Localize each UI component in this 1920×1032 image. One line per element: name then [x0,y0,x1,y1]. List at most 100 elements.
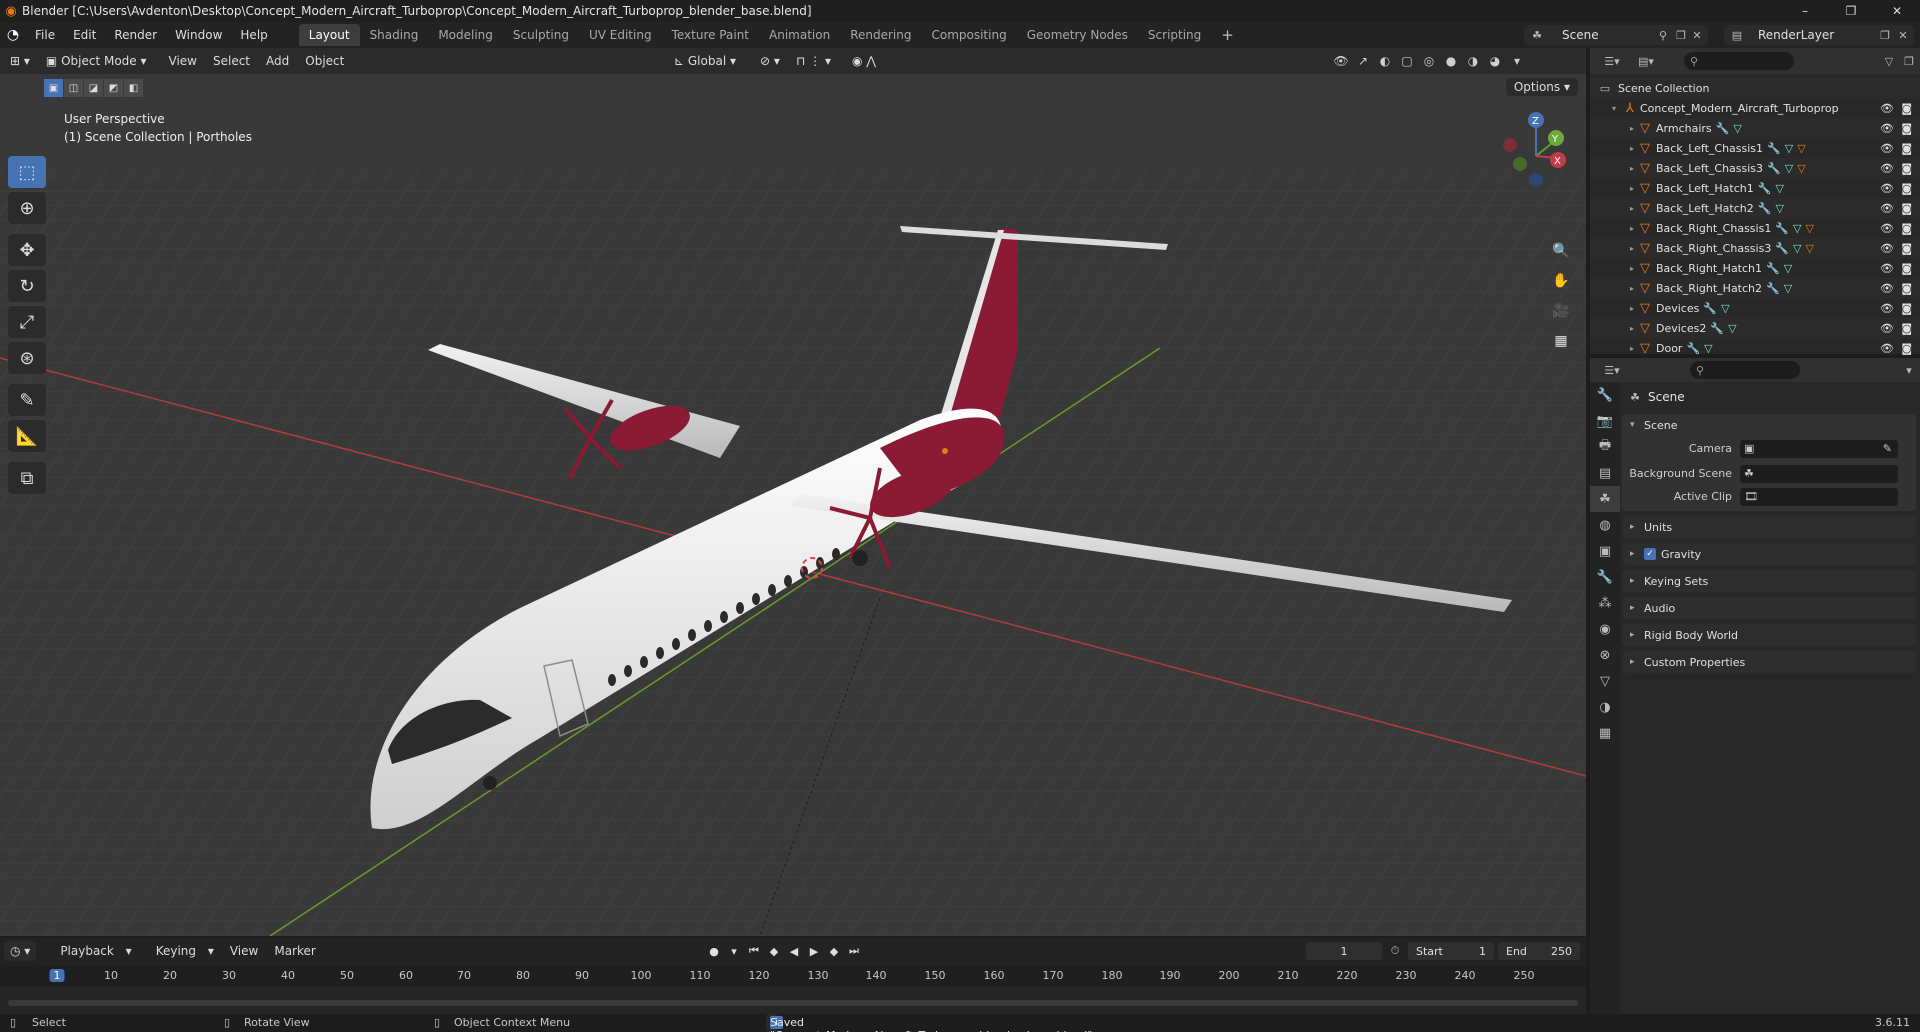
proportional-edit-toggle[interactable]: ◉ ⋀ [846,51,883,71]
play-reverse-icon[interactable]: ◀ [784,942,804,960]
add-workspace-button[interactable]: + [1211,24,1244,46]
blender-menu-icon[interactable]: ◔ [0,27,26,43]
outliner-item[interactable]: ▸ ▽ Door 🔧 ▽ 👁 ◙ [1590,338,1920,358]
cursor-tool-icon[interactable]: ⊕ [8,192,46,224]
properties-search-input[interactable]: ⚲ [1690,361,1800,379]
camera-field[interactable]: ▣ ✎ [1740,439,1898,458]
current-frame-field[interactable]: 1 [1306,942,1382,960]
tab-modeling[interactable]: Modeling [428,24,503,46]
tab-animation[interactable]: Animation [759,24,840,46]
eye-icon[interactable]: 👁 [1880,242,1894,255]
modifier-tab-icon[interactable]: 🔧 [1590,564,1620,590]
render-camera-icon[interactable]: ◙ [1901,102,1912,115]
eye-icon[interactable]: 👁 [1880,302,1894,315]
end-frame-field[interactable]: End 250 [1498,942,1580,960]
tab-shading[interactable]: Shading [360,24,429,46]
particles-tab-icon[interactable]: ⁂ [1590,590,1620,616]
tool-tab-icon[interactable]: 🔧 [1590,382,1620,408]
eye-icon[interactable]: 👁 [1880,162,1894,175]
eye-icon[interactable]: 👁 [1880,262,1894,275]
jump-start-icon[interactable]: ⏮ [744,942,764,960]
eye-icon[interactable]: 👁 [1880,342,1894,355]
zoom-icon[interactable]: 🔍 [1548,238,1574,264]
delete-layer-icon[interactable]: ✕ [1896,28,1910,42]
tab-layout[interactable]: Layout [298,24,360,46]
select-subtract-icon[interactable]: ◪ [84,79,103,97]
perspective-grid-icon[interactable]: ▦ [1548,328,1574,354]
outliner-search-input[interactable]: ⚲ [1684,52,1794,70]
data-tab-icon[interactable]: ▽ [1590,668,1620,694]
timeline-scrollbar[interactable] [8,1000,1578,1006]
tab-scripting[interactable]: Scripting [1138,24,1211,46]
render-camera-icon[interactable]: ◙ [1901,342,1912,355]
render-camera-icon[interactable]: ◙ [1901,262,1912,275]
gizmo-icon[interactable]: ↗ [1352,51,1374,71]
scene-panel-header[interactable]: ▾ Scene [1622,414,1916,436]
eye-icon[interactable]: 👁 [1880,222,1894,235]
outliner-item[interactable]: ▸ ▽ Back_Right_Hatch1 🔧 ▽ 👁 ◙ [1590,258,1920,278]
render-camera-icon[interactable]: ◙ [1901,302,1912,315]
pivot-dropdown[interactable]: ⊘ ▾ [754,51,786,71]
outliner-item[interactable]: ▸ ▽ Back_Right_Chassis3 🔧 ▽ ▽ 👁 ◙ [1590,238,1920,258]
overlays-icon[interactable]: ◐ [1374,51,1396,71]
timeline-editor-type-button[interactable]: ◷ ▾ [4,941,37,961]
outliner-item[interactable]: ▸ ▽ Back_Left_Hatch2 🔧 ▽ 👁 ◙ [1590,198,1920,218]
outliner-item[interactable]: ▸ ▽ Back_Left_Chassis1 🔧 ▽ ▽ 👁 ◙ [1590,138,1920,158]
menu-object[interactable]: Object [297,54,352,68]
menu-select[interactable]: Select [205,54,258,68]
delete-scene-icon[interactable]: ✕ [1690,28,1704,42]
material-tab-icon[interactable]: ◑ [1590,694,1620,720]
options-button[interactable]: Options ▾ [1505,78,1578,96]
pan-hand-icon[interactable]: ✋ [1548,268,1574,294]
properties-editor-icon[interactable]: ☰▾ [1600,363,1624,377]
outliner-item[interactable]: ▸ ▽ Back_Right_Chassis1 🔧 ▽ ▽ 👁 ◙ [1590,218,1920,238]
auto-keying-icon[interactable]: ● [704,942,724,960]
snap-toggle[interactable]: ⊓ ⋮ ▾ [790,51,838,71]
material-shading-icon[interactable]: ◑ [1462,51,1484,71]
active-clip-field[interactable]: 🎞 [1740,487,1898,506]
tab-sculpting[interactable]: Sculpting [503,24,579,46]
render-camera-icon[interactable]: ◙ [1901,242,1912,255]
output-tab-icon[interactable]: 🖶 [1590,434,1620,460]
eye-icon[interactable]: 👁 [1880,322,1894,335]
start-frame-field[interactable]: Start 1 [1408,942,1494,960]
eye-icon[interactable]: 👁 [1880,142,1894,155]
shading-options-icon[interactable]: ▾ [1506,51,1528,71]
tab-compositing[interactable]: Compositing [921,24,1016,46]
select-extend-icon[interactable]: ◫ [64,79,83,97]
tab-rendering[interactable]: Rendering [840,24,921,46]
render-camera-icon[interactable]: ◙ [1901,122,1912,135]
collection-row[interactable]: ▾ ⅄ Concept_Modern_Aircraft_Turboprop 👁 … [1590,98,1920,118]
tab-geometry-nodes[interactable]: Geometry Nodes [1017,24,1138,46]
outliner-item[interactable]: ▸ ▽ Devices2 🔧 ▽ 👁 ◙ [1590,318,1920,338]
menu-window[interactable]: Window [166,22,231,48]
menu-help[interactable]: Help [231,22,276,48]
gravity-panel[interactable]: ▸ ✓ Gravity [1622,543,1916,565]
physics-tab-icon[interactable]: ◉ [1590,616,1620,642]
outliner-editor-icon[interactable]: ☰▾ [1600,54,1624,68]
custom-properties-panel[interactable]: ▸ Custom Properties [1622,651,1916,673]
menu-add[interactable]: Add [258,54,297,68]
frame-ruler[interactable]: 1 10 20 30 40 50 60 70 80 90 100 110 120… [0,966,1586,986]
render-camera-icon[interactable]: ◙ [1901,222,1912,235]
rigid-body-world-panel[interactable]: ▸ Rigid Body World [1622,624,1916,646]
close-button[interactable]: ✕ [1874,0,1920,22]
play-icon[interactable]: ▶ [804,942,824,960]
new-collection-icon[interactable]: ❐ [1902,54,1916,68]
jump-end-icon[interactable]: ⏭ [844,942,864,960]
keying-options-icon[interactable]: ▾ [724,942,744,960]
scale-tool-icon[interactable]: ⤢ [8,306,46,338]
render-camera-icon[interactable]: ◙ [1901,202,1912,215]
minimize-button[interactable]: – [1782,0,1828,22]
filter-icon[interactable]: ▽ [1882,54,1896,68]
add-cube-tool-icon[interactable]: ⧉ [8,462,46,494]
transform-tool-icon[interactable]: ⊛ [8,342,46,374]
editor-type-button[interactable]: ⊞ ▾ [4,51,36,71]
prev-keyframe-icon[interactable]: ◆ [764,942,784,960]
object-tab-icon[interactable]: ▣ [1590,538,1620,564]
timeline-track[interactable] [0,986,1586,1014]
eye-icon[interactable]: 👁 [1880,102,1894,115]
3d-viewport[interactable]: Z Y X ⊞ ▾ ▣ Object Mode ▾ View Select Ad… [0,48,1586,936]
render-camera-icon[interactable]: ◙ [1901,162,1912,175]
rotate-tool-icon[interactable]: ↻ [8,270,46,302]
